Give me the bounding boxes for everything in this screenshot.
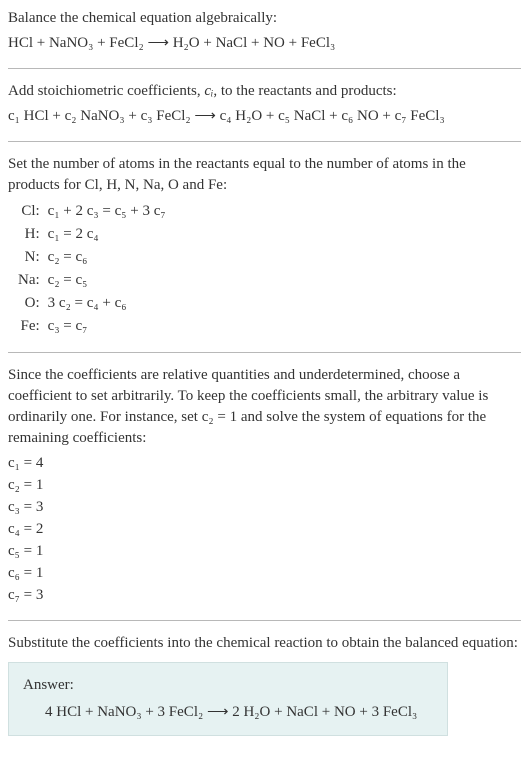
- table-row: N: c₂ = c₆: [14, 246, 170, 269]
- table-row: Na: c₂ = c₅: [14, 269, 170, 292]
- substitute-intro: Substitute the coefficients into the che…: [8, 633, 521, 654]
- section-atoms: Set the number of atoms in the reactants…: [8, 154, 521, 338]
- table-row: H: c₁ = 2 c₄: [14, 223, 170, 246]
- coeff-value: c₆ = 1: [8, 563, 521, 584]
- coeff-intro-a: Add stoichiometric coefficients,: [8, 83, 204, 99]
- element-label: H:: [14, 223, 44, 246]
- element-eq: c₃ = c₇: [44, 315, 170, 338]
- element-eq: 3 c₂ = c₄ + c₆: [44, 292, 170, 315]
- coeff-value: c₄ = 2: [8, 519, 521, 540]
- element-eq: c₁ + 2 c₃ = c₅ + 3 c₇: [44, 200, 170, 223]
- atoms-table: Cl: c₁ + 2 c₃ = c₅ + 3 c₇ H: c₁ = 2 c₄ N…: [14, 200, 170, 338]
- element-label: Fe:: [14, 315, 44, 338]
- element-label: Cl:: [14, 200, 44, 223]
- element-eq: c₂ = c₅: [44, 269, 170, 292]
- table-row: O: 3 c₂ = c₄ + c₆: [14, 292, 170, 315]
- intro-text: Balance the chemical equation algebraica…: [8, 8, 521, 29]
- solve-intro: Since the coefficients are relative quan…: [8, 365, 521, 449]
- divider: [8, 68, 521, 69]
- section-coefficients: Add stoichiometric coefficients, cᵢ, to …: [8, 81, 521, 127]
- divider: [8, 620, 521, 621]
- coeff-value: c₇ = 3: [8, 585, 521, 606]
- coeff-intro-b: , to the reactants and products:: [213, 83, 396, 99]
- element-label: N:: [14, 246, 44, 269]
- coeff-equation: c₁ HCl + c₂ NaNO₃ + c₃ FeCl₂ ⟶ c₄ H₂O + …: [8, 106, 521, 127]
- coeff-value: c₂ = 1: [8, 475, 521, 496]
- element-eq: c₁ = 2 c₄: [44, 223, 170, 246]
- element-label: Na:: [14, 269, 44, 292]
- table-row: Cl: c₁ + 2 c₃ = c₅ + 3 c₇: [14, 200, 170, 223]
- section-answer: Substitute the coefficients into the che…: [8, 633, 521, 736]
- atoms-intro: Set the number of atoms in the reactants…: [8, 154, 521, 196]
- section-solve: Since the coefficients are relative quan…: [8, 365, 521, 606]
- coeff-value: c₁ = 4: [8, 453, 521, 474]
- element-label: O:: [14, 292, 44, 315]
- coefficients-list: c₁ = 4 c₂ = 1 c₃ = 3 c₄ = 2 c₅ = 1 c₆ = …: [8, 453, 521, 606]
- divider: [8, 141, 521, 142]
- divider: [8, 352, 521, 353]
- table-row: Fe: c₃ = c₇: [14, 315, 170, 338]
- coeff-value: c₃ = 3: [8, 497, 521, 518]
- answer-label: Answer:: [23, 675, 433, 696]
- coeff-value: c₅ = 1: [8, 541, 521, 562]
- balanced-equation: 4 HCl + NaNO₃ + 3 FeCl₂ ⟶ 2 H₂O + NaCl +…: [45, 702, 433, 723]
- c2-set: c₂ = 1: [202, 409, 237, 425]
- coeff-intro: Add stoichiometric coefficients, cᵢ, to …: [8, 81, 521, 102]
- section-intro: Balance the chemical equation algebraica…: [8, 8, 521, 54]
- element-eq: c₂ = c₆: [44, 246, 170, 269]
- unbalanced-equation: HCl + NaNO₃ + FeCl₂ ⟶ H₂O + NaCl + NO + …: [8, 33, 521, 54]
- answer-box: Answer: 4 HCl + NaNO₃ + 3 FeCl₂ ⟶ 2 H₂O …: [8, 662, 448, 736]
